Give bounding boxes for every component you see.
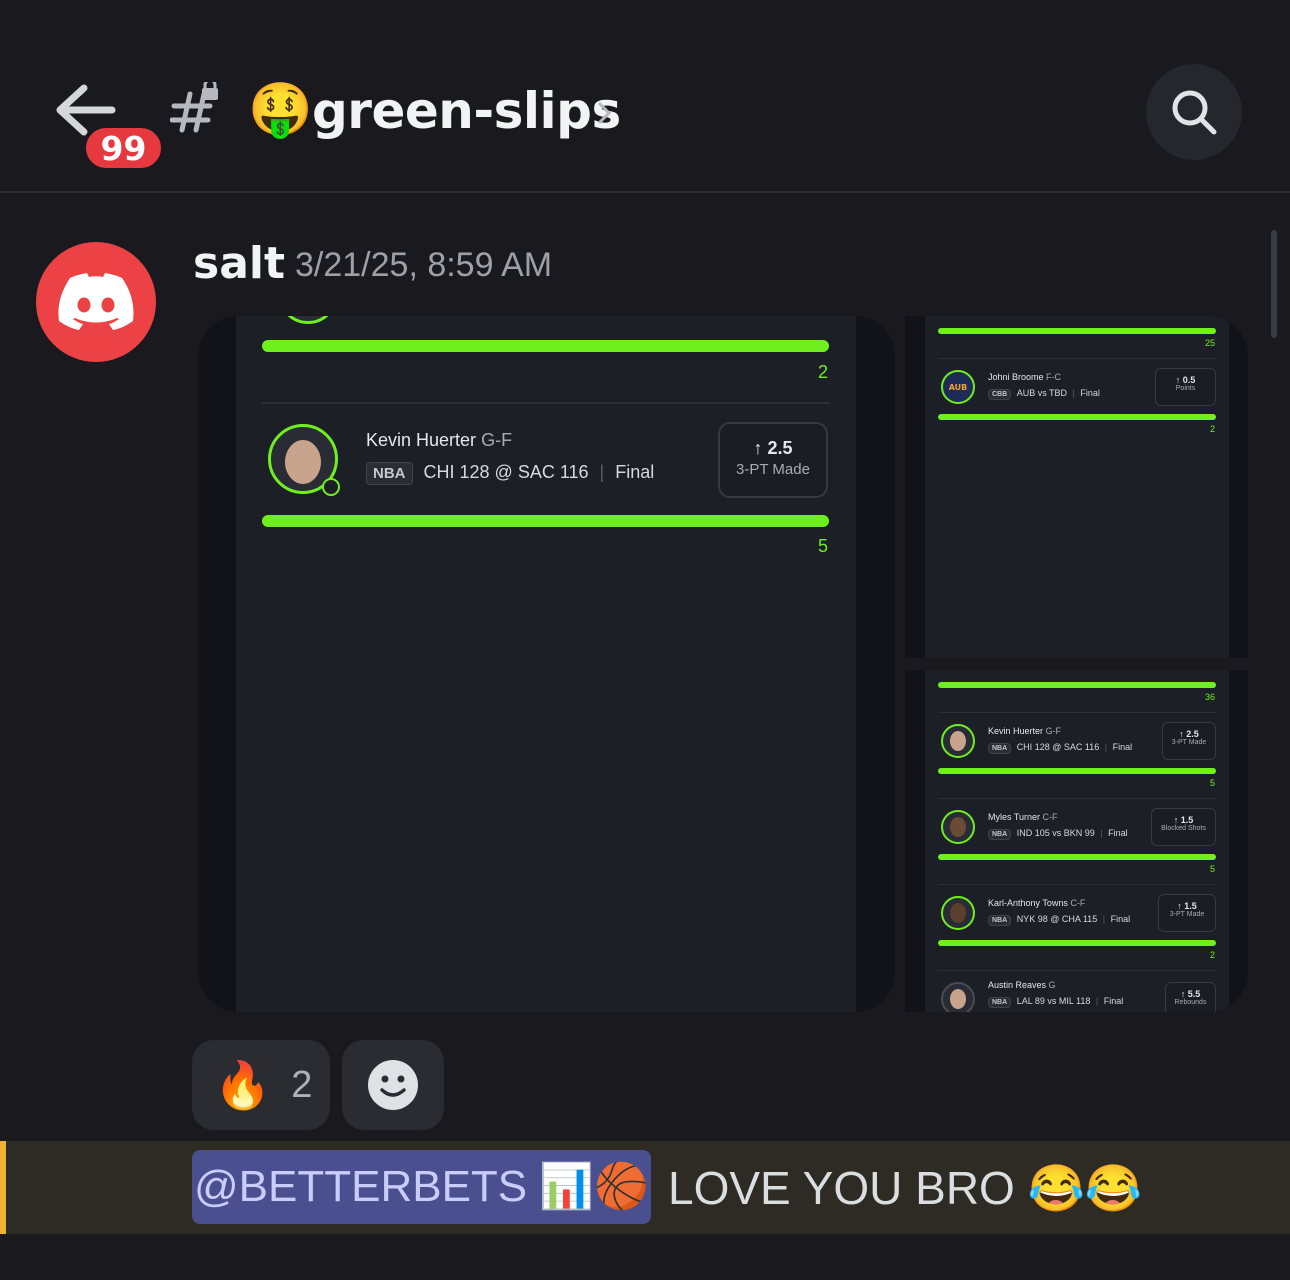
- slip-screenshot: 2 Kevin Huerter G-F NBA CHI 128 @ SAC 11…: [236, 316, 856, 1012]
- line-box: ↑ 1.5 Blocked Shots: [1151, 808, 1216, 846]
- progress-bar: [938, 414, 1216, 420]
- channel-emoji: 🤑: [248, 80, 313, 140]
- message-timestamp: 3/21/25, 8:59 AM: [295, 246, 553, 284]
- progress-bar: [262, 515, 829, 527]
- game-info: NBA IND 105 vs BKN 99 | Final: [988, 828, 1128, 840]
- add-reaction-button[interactable]: [342, 1040, 444, 1130]
- divider: [938, 712, 1216, 713]
- progress-value: 5: [1209, 864, 1215, 874]
- locked-channel-icon: [170, 82, 218, 133]
- scrollbar[interactable]: [1271, 230, 1277, 338]
- progress-bar: [938, 682, 1216, 688]
- progress-value: 36: [1204, 692, 1215, 702]
- game-info: CBB AUB vs TBD | Final: [988, 388, 1100, 400]
- line-box: ↑ 0.5 Points: [1155, 368, 1216, 406]
- divider: [938, 358, 1216, 359]
- player-name: Johni Broome F-C: [988, 372, 1062, 382]
- progress-value: 2: [817, 362, 828, 382]
- message-author[interactable]: salt: [193, 238, 285, 289]
- image-attachment-side-1[interactable]: 25 AUB Johni Broome F-C CBB AUB vs TBD |…: [905, 316, 1248, 658]
- slip-screenshot: 25 AUB Johni Broome F-C CBB AUB vs TBD |…: [925, 316, 1229, 658]
- game-info: NBA CHI 128 @ SAC 116 | Final: [988, 742, 1132, 754]
- player-name: Kevin Huerter G-F: [366, 430, 513, 450]
- game-info: NBA LAL 89 vs MIL 118 | Final: [988, 996, 1123, 1008]
- channel-title[interactable]: green-slips: [312, 80, 621, 142]
- progress-value: 5: [1209, 778, 1215, 788]
- fire-emoji: 🔥: [214, 1057, 272, 1112]
- player-name: Karl-Anthony Towns C-F: [988, 898, 1086, 908]
- progress-bar: [938, 328, 1216, 334]
- reaction-count: 2: [291, 1063, 313, 1106]
- player-avatar: [941, 982, 975, 1012]
- search-icon: [1172, 90, 1217, 135]
- game-info: NBA CHI 128 @ SAC 116 | Final: [366, 462, 654, 485]
- line-box: ↑ 2.5 3-PT Made: [718, 422, 828, 498]
- divider: [262, 402, 829, 404]
- player-avatar-partial: [278, 316, 338, 324]
- mention-message[interactable]: @BETTERBETS 📊🏀 LOVE YOU BRO 😂😂: [0, 1141, 1290, 1234]
- progress-bar: [938, 940, 1216, 946]
- progress-bar: [938, 768, 1216, 774]
- game-info: NBA NYK 98 @ CHA 115 | Final: [988, 914, 1130, 926]
- player-avatar: [941, 724, 975, 758]
- image-attachment-side-2[interactable]: 36 Kevin Huerter G-F NBA CHI 128 @ SAC 1…: [905, 670, 1248, 1012]
- check-icon: [322, 478, 340, 496]
- unread-badge: 99: [82, 124, 165, 172]
- progress-value: 2: [1209, 950, 1215, 960]
- slip-screenshot: 36 Kevin Huerter G-F NBA CHI 128 @ SAC 1…: [925, 670, 1229, 1012]
- divider: [938, 798, 1216, 799]
- line-box: ↑ 2.5 3-PT Made: [1162, 722, 1216, 760]
- progress-value: 25: [1204, 338, 1215, 348]
- player-name: Myles Turner C-F: [988, 812, 1058, 822]
- channel-header: 99 🤑 green-slips: [0, 0, 1290, 193]
- discord-logo-icon: [58, 273, 134, 330]
- progress-value: 5: [817, 536, 828, 556]
- divider: [938, 884, 1216, 885]
- line-box: ↑ 1.5 3-PT Made: [1158, 894, 1216, 932]
- progress-bar: [262, 340, 829, 352]
- reaction-fire[interactable]: 🔥 2: [192, 1040, 330, 1130]
- progress-value: 2: [1209, 424, 1215, 434]
- player-avatar: [941, 896, 975, 930]
- player-avatar: AUB: [941, 370, 975, 404]
- search-button[interactable]: [1146, 64, 1242, 160]
- message-text: LOVE YOU BRO 😂😂: [668, 1162, 1143, 1214]
- user-mention[interactable]: @BETTERBETS 📊🏀: [192, 1150, 651, 1224]
- chevron-right-icon[interactable]: [596, 98, 614, 128]
- line-box: ↑ 5.5 Rebounds: [1165, 982, 1216, 1012]
- player-name: Kevin Huerter G-F: [988, 726, 1062, 736]
- divider: [938, 970, 1216, 971]
- avatar[interactable]: [36, 242, 156, 362]
- player-avatar: [941, 810, 975, 844]
- progress-bar: [938, 854, 1216, 860]
- player-name: Austin Reaves G: [988, 980, 1056, 990]
- mention-highlight-stripe: [0, 1141, 6, 1234]
- image-attachment-main[interactable]: 2 Kevin Huerter G-F NBA CHI 128 @ SAC 11…: [198, 316, 895, 1012]
- smiley-icon: [368, 1060, 418, 1110]
